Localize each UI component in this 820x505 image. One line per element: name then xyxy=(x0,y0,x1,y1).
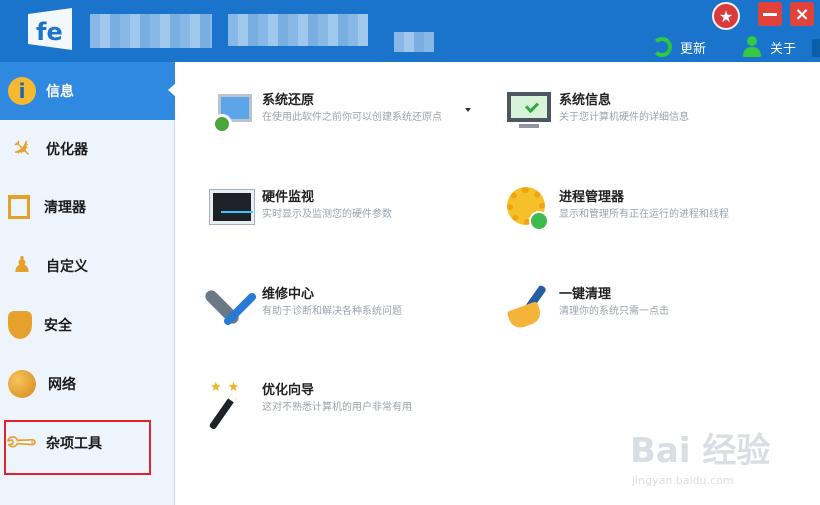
person-icon: ♟ xyxy=(12,253,32,278)
tool-optimize-wizard[interactable]: ★★ 优化向导 这对不熟悉计算机的用户非常有用 xyxy=(208,380,488,431)
sidebar-item-label: 优化器 xyxy=(46,142,88,158)
highlight-box xyxy=(4,420,151,475)
tool-description: 清理你的系统只需一点击 xyxy=(559,306,669,317)
tool-description: 在使用此软件之前你可以创建系统还原点 xyxy=(262,112,442,123)
refresh-icon xyxy=(652,37,672,57)
blurred-title xyxy=(90,14,212,48)
tool-description: 实时显示及监测您的硬件参数 xyxy=(262,209,392,220)
system-restore-icon xyxy=(208,90,256,138)
sidebar-item-security[interactable]: 安全 xyxy=(0,296,175,354)
monitor-check-icon xyxy=(505,90,553,138)
close-button[interactable]: × xyxy=(790,2,814,26)
svg-text:fe: fe xyxy=(36,18,63,46)
watermark-url: jingyan.baidu.com xyxy=(632,474,734,487)
sidebar-item-label: 安全 xyxy=(44,318,72,334)
tool-description: 这对不熟悉计算机的用户非常有用 xyxy=(262,402,412,413)
broom-icon xyxy=(505,284,553,332)
airplane-icon: ✈ xyxy=(4,131,40,167)
tool-description: 关于您计算机硬件的详细信息 xyxy=(559,112,689,123)
trash-icon xyxy=(8,195,30,219)
tool-title: 一键清理 xyxy=(559,287,612,302)
about-label: 关于 xyxy=(770,41,797,57)
tool-repair-center[interactable]: 维修中心 有助于诊断和解决各种系统问题 xyxy=(202,284,488,332)
tool-hardware-monitor[interactable]: 硬件监视 实时显示及监测您的硬件参数 xyxy=(208,187,488,235)
info-icon: i xyxy=(8,77,36,105)
tool-system-info[interactable]: 系统信息 关于您计算机硬件的详细信息 xyxy=(505,90,785,138)
tool-title: 进程管理器 xyxy=(559,190,625,205)
tool-title: 系统还原 xyxy=(262,93,315,108)
blurred-title xyxy=(228,14,368,46)
tool-title: 硬件监视 xyxy=(262,190,315,205)
tool-title: 优化向导 xyxy=(262,383,315,398)
tool-description: 显示和管理所有正在运行的进程和线程 xyxy=(559,209,729,220)
magic-wand-icon: ★★ xyxy=(208,380,256,431)
minimize-button[interactable] xyxy=(758,2,782,26)
dropdown-arrow-icon[interactable] xyxy=(465,108,471,112)
sidebar-item-info[interactable]: i 信息 xyxy=(0,62,176,120)
clock-icon xyxy=(212,114,232,134)
refresh-button[interactable]: 更新 xyxy=(652,36,706,58)
sidebar-item-label: 自定义 xyxy=(46,259,88,275)
favorite-star-icon[interactable]: ★ xyxy=(712,2,740,30)
sidebar-item-custom[interactable]: ♟ 自定义 xyxy=(0,237,175,295)
hardware-monitor-icon xyxy=(208,187,256,235)
app-logo: fe xyxy=(28,8,72,50)
sidebar-item-network[interactable]: 网络 xyxy=(0,355,175,413)
user-icon xyxy=(742,36,762,58)
sidebar-item-label: 网络 xyxy=(48,377,76,393)
title-bar: fe ★ × 更新 关于 xyxy=(0,0,820,62)
shield-icon xyxy=(8,311,32,339)
tool-title: 系统信息 xyxy=(559,93,612,108)
window-edge xyxy=(812,39,820,57)
sidebar-item-cleaner[interactable]: 清理器 xyxy=(0,178,175,236)
sidebar-item-label: 清理器 xyxy=(44,200,86,216)
tool-title: 维修中心 xyxy=(262,287,315,302)
tool-system-restore[interactable]: 系统还原 在使用此软件之前你可以创建系统还原点 xyxy=(208,90,488,138)
sidebar-item-optimizer[interactable]: ✈ 优化器 xyxy=(0,120,175,178)
tool-description: 有助于诊断和解决各种系统问题 xyxy=(262,306,402,317)
wrench-screwdriver-icon xyxy=(202,284,258,332)
gear-check-icon xyxy=(505,187,553,235)
refresh-label: 更新 xyxy=(680,41,707,57)
tool-process-manager[interactable]: 进程管理器 显示和管理所有正在运行的进程和线程 xyxy=(505,187,785,235)
globe-icon xyxy=(8,370,36,398)
tool-one-click-clean[interactable]: 一键清理 清理你的系统只需一点击 xyxy=(505,284,785,332)
about-button[interactable]: 关于 xyxy=(742,36,796,58)
blurred-title xyxy=(394,32,434,52)
sidebar-item-label: 信息 xyxy=(46,84,74,100)
